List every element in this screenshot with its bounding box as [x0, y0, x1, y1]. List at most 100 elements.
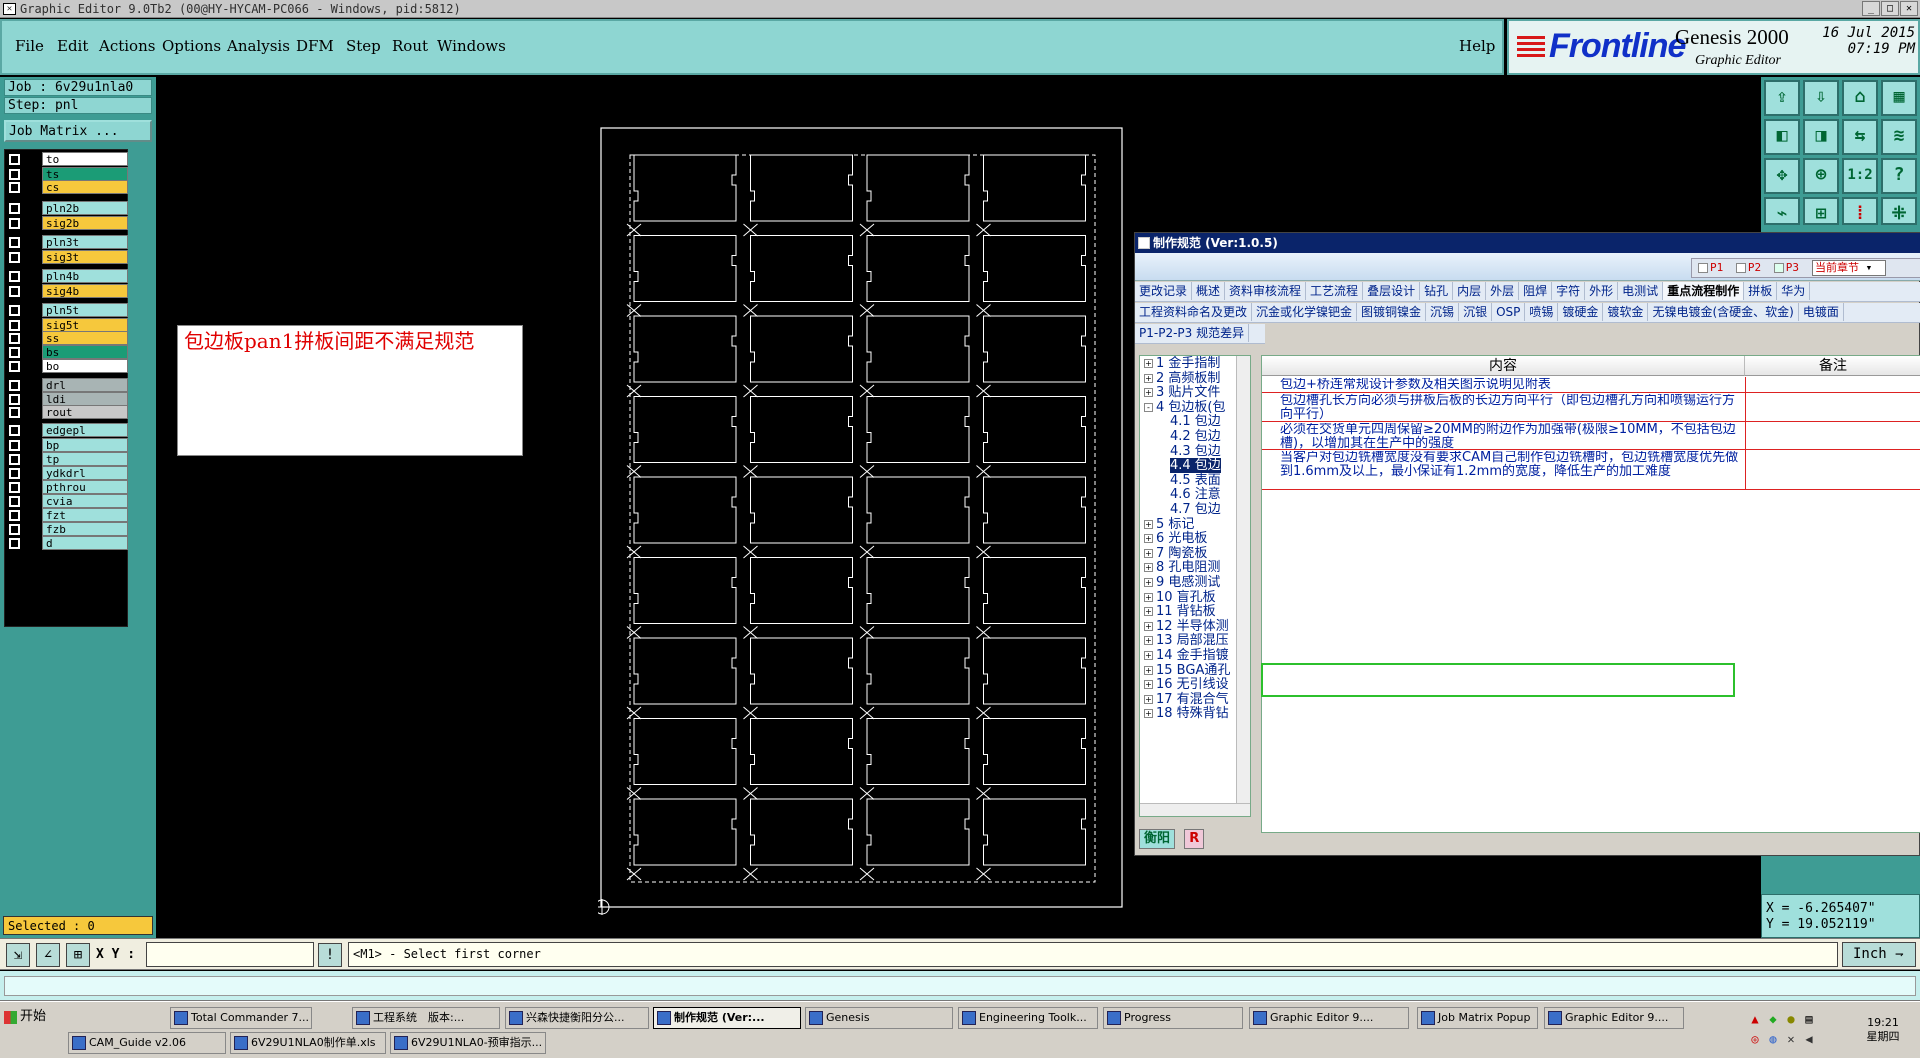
taskbar-item[interactable]: 6V29U1NLA0-预审指示... [390, 1032, 546, 1054]
grid-icon[interactable]: ▦ [1881, 80, 1917, 116]
table-row[interactable]: 包边+桥连常规设计参数及相关图示说明见附表 [1262, 377, 1920, 393]
expand-icon[interactable]: + [1144, 680, 1153, 690]
layer-name[interactable]: pthrou [42, 480, 128, 494]
taskbar-item[interactable]: 制作规范 (Ver:... [653, 1007, 801, 1029]
expand-icon[interactable]: + [1144, 359, 1153, 368]
expand-icon[interactable]: + [1144, 636, 1153, 646]
spec-tab[interactable]: 字符 [1552, 282, 1586, 300]
tree-node[interactable]: 4.3 包边 [1170, 444, 1221, 460]
layer-row[interactable]: sig4b [5, 284, 129, 298]
spec-tab[interactable]: 沉金或化学镍钯金 [1252, 303, 1358, 321]
layer-checkbox[interactable] [9, 333, 20, 344]
taskbar-item[interactable]: 兴森快捷衡阳分公... [505, 1007, 649, 1029]
layer-row[interactable]: ss [5, 331, 129, 345]
spec-tab[interactable]: 镀硬金 [1558, 303, 1604, 321]
spec-window-titlebar[interactable]: 制作规范 (Ver:1.0.5) [1135, 233, 1920, 253]
spec-tab[interactable]: 重点流程制作 [1663, 282, 1745, 300]
spec-tab[interactable]: 电镀面 [1799, 303, 1844, 321]
layer-checkbox[interactable] [9, 510, 20, 521]
tree-node[interactable]: 4.7 包边 [1170, 502, 1221, 518]
layer-name[interactable]: edgepl [42, 423, 128, 437]
menu-windows[interactable]: Windows [437, 37, 506, 55]
menu-help[interactable]: Help [1459, 37, 1495, 55]
menu-rout[interactable]: Rout [392, 37, 428, 55]
layer-checkbox[interactable] [9, 440, 20, 451]
spec-tab[interactable]: 拼板 [1744, 282, 1778, 300]
tree-node[interactable]: +16 无引线设 [1144, 677, 1229, 693]
tree-node[interactable]: 4.2 包边 [1170, 429, 1221, 445]
close-button[interactable]: ✕ [1900, 1, 1918, 16]
tree-node[interactable]: +2 高频板制 [1144, 371, 1220, 387]
expand-icon[interactable]: + [1144, 651, 1153, 660]
layer-checkbox[interactable] [9, 237, 20, 248]
center-icon[interactable]: ⊕ [1803, 158, 1839, 194]
tree-node[interactable]: 4.4 包边 [1170, 458, 1221, 474]
layer-row[interactable]: sig5t [5, 318, 129, 332]
layer-checkbox[interactable] [9, 320, 20, 331]
tree-node[interactable]: +10 盲孔板 [1144, 590, 1216, 606]
layer-row[interactable]: bo [5, 359, 129, 373]
zoom-in-icon[interactable]: ◨ [1803, 119, 1839, 155]
spec-tab[interactable]: 沉锡 [1426, 303, 1460, 321]
column-header-content[interactable]: 内容 [1262, 356, 1745, 376]
layer-row[interactable]: pln2b [5, 201, 129, 215]
layer-checkbox[interactable] [9, 496, 20, 507]
help-icon[interactable]: ? [1881, 158, 1917, 194]
spec-tab[interactable]: OSP [1492, 303, 1526, 321]
layer-checkbox[interactable] [9, 524, 20, 535]
layer-name[interactable]: pln5t [42, 303, 128, 317]
tree-scrollbar[interactable] [1236, 356, 1250, 816]
layer-row[interactable]: sig3t [5, 250, 129, 264]
tree-node[interactable]: +3 贴片文件 [1144, 385, 1220, 401]
layer-name[interactable]: sig5t [42, 318, 128, 332]
spec-tab[interactable]: 无镍电镀金(含硬金、软金) [1648, 303, 1799, 321]
spec-tab[interactable]: 外形 [1585, 282, 1619, 300]
spec-tab[interactable]: 喷锡 [1525, 303, 1559, 321]
spec-tab[interactable]: 工艺流程 [1306, 282, 1364, 300]
layer-row[interactable]: cs [5, 180, 129, 194]
column-header-remarks[interactable]: 备注 [1745, 356, 1920, 376]
minimize-button[interactable]: _ [1862, 1, 1880, 16]
layer-checkbox[interactable] [9, 538, 20, 549]
expand-icon[interactable]: + [1144, 534, 1153, 544]
tray-icon-3[interactable]: ● [1784, 1012, 1798, 1026]
layer-row[interactable]: rout [5, 405, 129, 419]
layer-name[interactable]: tp [42, 452, 128, 466]
tree-hscrollbar[interactable] [1140, 803, 1250, 816]
layer-row[interactable]: pthrou [5, 480, 129, 494]
spec-tab[interactable]: 钻孔 [1420, 282, 1454, 300]
open-step-icon[interactable]: ⇪ [1764, 80, 1800, 116]
expand-icon[interactable]: + [1144, 709, 1153, 719]
tray-icon-5[interactable]: ◎ [1748, 1032, 1762, 1046]
tree-node[interactable]: +15 BGA通孔 [1144, 663, 1230, 679]
layer-name[interactable]: bp [42, 438, 128, 452]
layer-checkbox[interactable] [9, 394, 20, 405]
layer-checkbox[interactable] [9, 380, 20, 391]
layer-row[interactable]: drl [5, 378, 129, 392]
layer-checkbox[interactable] [9, 218, 20, 229]
expand-icon[interactable]: + [1144, 665, 1153, 675]
units-button[interactable]: Inch ⇁ [1842, 942, 1916, 967]
spec-tab[interactable]: 图镀铜镍金 [1357, 303, 1427, 321]
table-row[interactable]: 必须在交货单元四周保留≥20MM的附边作为加强带(极限≥10MM，不包括包边槽)… [1262, 422, 1920, 451]
layer-name[interactable]: to [42, 152, 128, 166]
scale-icon[interactable]: 1:2 [1842, 158, 1878, 194]
spec-tab[interactable]: 华为 [1777, 282, 1811, 300]
select-tool-icon[interactable]: ⇲ [6, 943, 30, 967]
spec-tab[interactable]: 概述 [1192, 282, 1226, 300]
panel-icon[interactable]: ⊞ [1803, 197, 1839, 225]
layer-name[interactable]: sig2b [42, 216, 128, 230]
layer-row[interactable]: ldi [5, 392, 129, 406]
expand-icon[interactable]: + [1144, 388, 1153, 398]
expand-icon[interactable]: + [1144, 694, 1153, 704]
layer-name[interactable]: pln4b [42, 269, 128, 283]
layer-name[interactable]: pln3t [42, 235, 128, 249]
taskbar-item[interactable]: Genesis [805, 1007, 953, 1029]
xy-input[interactable] [146, 942, 314, 967]
tree-node[interactable]: 4.6 注意 [1170, 487, 1221, 503]
line-tool-icon[interactable]: ∠ [36, 943, 60, 967]
layer-name[interactable]: ldi [42, 392, 128, 406]
tree-node[interactable]: +6 光电板 [1144, 531, 1207, 547]
fit-icon[interactable]: ⇆ [1842, 119, 1878, 155]
drill-icon[interactable]: ⁞ [1842, 197, 1878, 225]
